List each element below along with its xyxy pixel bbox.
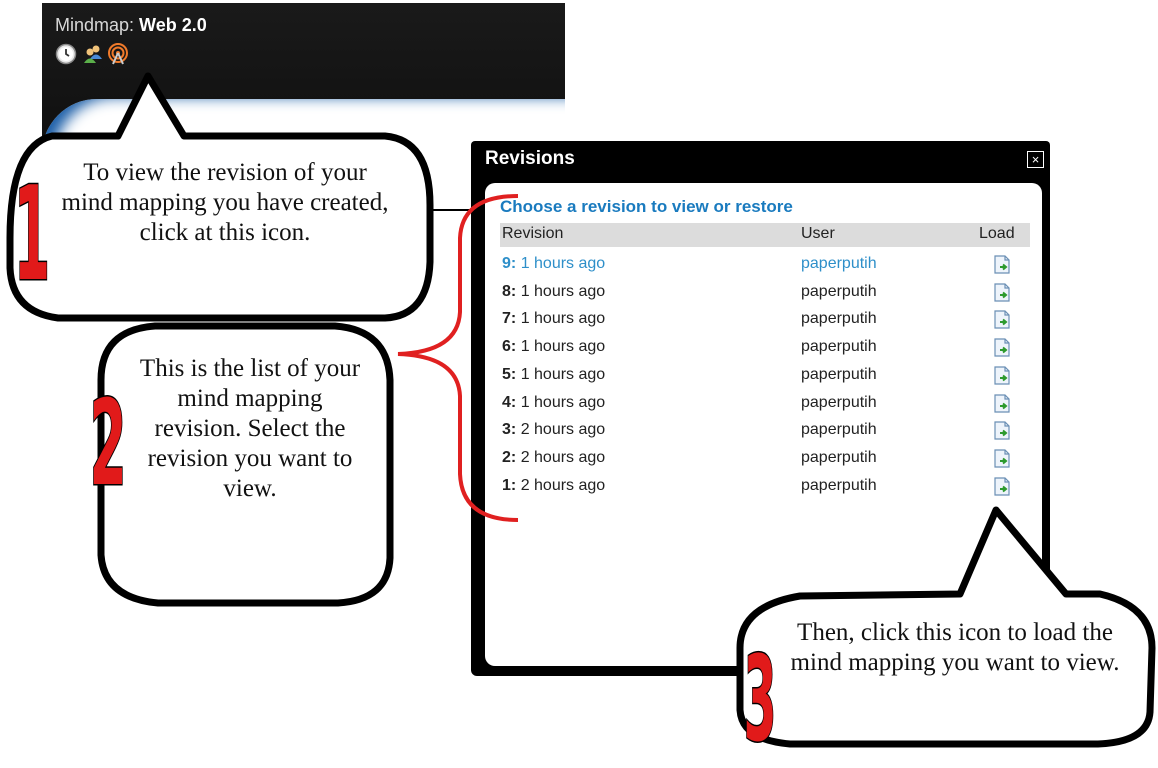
callout-3-text: Then, click this icon to load the mind m… — [790, 619, 1120, 676]
step-number-3: 3 — [743, 629, 777, 768]
step-number-1: 1 — [13, 157, 51, 312]
step-number-2: 2 — [89, 373, 127, 514]
callout-2-text: This is the list of your mind mapping re… — [139, 355, 361, 502]
callout-1-text: To view the revision of your mind mappin… — [61, 159, 389, 246]
